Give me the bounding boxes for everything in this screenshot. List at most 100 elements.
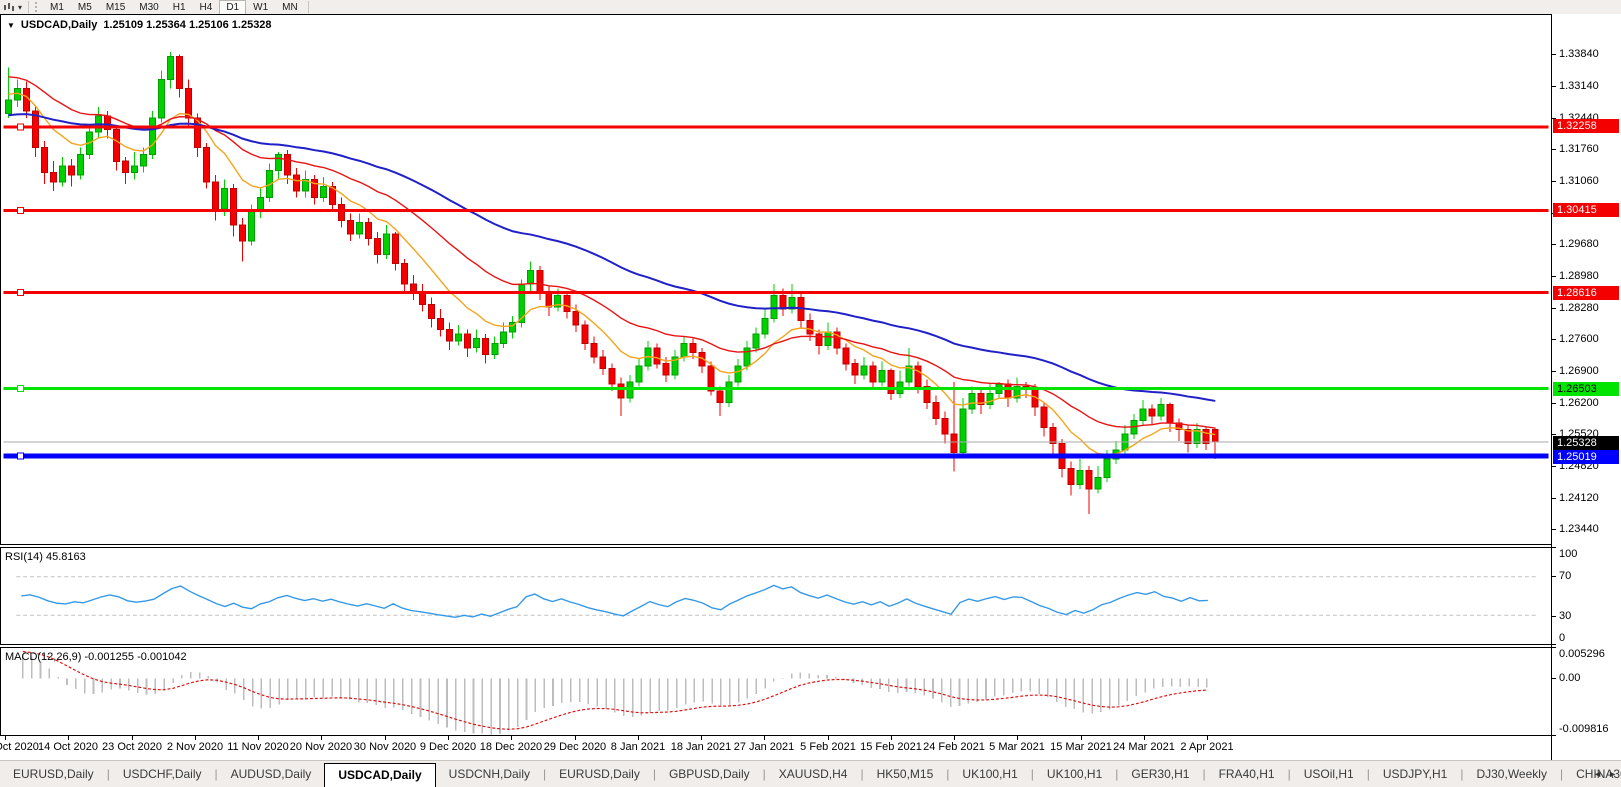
axis-tick <box>1552 149 1556 150</box>
rsi-axis-label: 30 <box>1559 610 1572 622</box>
scroll-tabs-left-icon[interactable]: ◄ <box>1593 769 1602 779</box>
bottom-tab-uk100-h1[interactable]: UK100,H1 <box>1034 764 1115 784</box>
axis-tick <box>1552 647 1556 648</box>
axis-tick <box>1552 616 1556 617</box>
bottom-tab-gbpusd-daily[interactable]: GBPUSD,Daily <box>656 764 763 784</box>
chart-window: ▼ USDCAD,Daily 1.25109 1.25364 1.25106 1… <box>0 14 1621 760</box>
top-toolbar: ▾ M1 M5 M15 M30 H1 H4 D1 W1 MN <box>0 0 1621 15</box>
price-level-tag[interactable]: 1.25019 <box>1553 450 1619 464</box>
rsi-axis-label: 0 <box>1559 632 1566 644</box>
date-tick <box>575 736 576 740</box>
date-tick <box>5 736 6 740</box>
timeframe-m30-button[interactable]: M30 <box>132 0 165 15</box>
rsi-panel[interactable] <box>0 547 1551 645</box>
date-tick <box>1017 736 1018 740</box>
chart-mode-caret-icon[interactable]: ▾ <box>18 3 22 12</box>
date-tick <box>132 736 133 740</box>
axis-tick <box>1552 644 1556 645</box>
line-handle[interactable] <box>16 123 24 131</box>
date-tick <box>511 736 512 740</box>
slow-ma <box>8 113 1216 402</box>
timeframe-m15-button[interactable]: M15 <box>99 0 132 15</box>
toolbar-grip[interactable] <box>35 2 40 12</box>
price-tick-label: 1.24120 <box>1559 492 1599 504</box>
chart-ohlc-values: 1.25109 1.25364 1.25106 1.25328 <box>103 19 272 31</box>
timeframe-mn-button[interactable]: MN <box>275 0 305 15</box>
timeframe-h4-button[interactable]: H4 <box>193 0 220 15</box>
bottom-tab-eurusd-daily[interactable]: EURUSD,Daily <box>0 764 107 784</box>
timeframe-m5-button[interactable]: M5 <box>71 0 99 15</box>
bottom-tab-uk100-h1[interactable]: UK100,H1 <box>949 764 1030 784</box>
price-tick-label: 1.28280 <box>1559 302 1599 314</box>
bottom-tab-usdjpy-h1[interactable]: USDJPY,H1 <box>1370 764 1460 784</box>
date-tick <box>764 736 765 740</box>
timeframe-d1-button[interactable]: D1 <box>219 0 247 15</box>
bottom-tab-eurusd-daily[interactable]: EURUSD,Daily <box>546 764 653 784</box>
date-tick <box>828 736 829 740</box>
timeframe-w1-button[interactable]: W1 <box>246 0 275 15</box>
bottom-tab-fra40-h1[interactable]: FRA40,H1 <box>1206 764 1288 784</box>
line-handle[interactable] <box>16 385 24 393</box>
price-level-tag[interactable]: 1.30415 <box>1553 203 1619 217</box>
price-tick-label: 1.31760 <box>1559 143 1599 155</box>
macd-panel[interactable] <box>0 647 1551 736</box>
price-axis[interactable]: 1.338401.331401.324401.317601.310601.303… <box>1551 14 1621 760</box>
chart-dropdown-icon[interactable]: ▼ <box>7 21 15 30</box>
current-price-tag[interactable]: 1.25328 <box>1553 436 1619 450</box>
date-tick <box>68 736 69 740</box>
axis-tick <box>1552 678 1556 679</box>
rsi-axis-label: 100 <box>1559 548 1578 560</box>
bottom-tab-usdcnh-daily[interactable]: USDCNH,Daily <box>436 764 543 784</box>
main-price-chart[interactable] <box>0 14 1551 545</box>
price-tick-label: 1.31060 <box>1559 175 1599 187</box>
date-tick <box>891 736 892 740</box>
axis-tick <box>1552 339 1556 340</box>
date-tick <box>448 736 449 740</box>
price-tick-label: 1.33140 <box>1559 80 1599 92</box>
date-tick <box>321 736 322 740</box>
axis-tick <box>1552 529 1556 530</box>
line-handle[interactable] <box>16 207 24 215</box>
timeframe-h1-button[interactable]: H1 <box>166 0 193 15</box>
bottom-tab-ger30-h1[interactable]: GER30,H1 <box>1118 764 1202 784</box>
bottom-tab-audusd-daily[interactable]: AUDUSD,Daily <box>218 764 325 784</box>
candlestick-chart-icon <box>4 3 14 11</box>
timeframe-m1-button[interactable]: M1 <box>43 0 71 15</box>
macd-axis-label: -0.009816 <box>1559 723 1609 735</box>
axis-tick <box>1552 276 1556 277</box>
date-tick <box>1207 736 1208 740</box>
price-tick-label: 1.28980 <box>1559 270 1599 282</box>
rsi-axis-label: 70 <box>1559 570 1572 582</box>
chart-plots: ▼ USDCAD,Daily 1.25109 1.25364 1.25106 1… <box>0 14 1551 760</box>
date-axis[interactable]: 5 Oct 202014 Oct 202023 Oct 20202 Nov 20… <box>0 736 1551 759</box>
line-handle[interactable] <box>16 288 24 296</box>
axis-tick <box>1552 498 1556 499</box>
rsi-line <box>21 584 1208 618</box>
toolbar-separator <box>28 1 30 13</box>
bottom-tab-usdchf-daily[interactable]: USDCHF,Daily <box>110 764 215 784</box>
date-tick <box>1144 736 1145 740</box>
price-level-tag[interactable]: 1.26503 <box>1553 382 1619 396</box>
date-tick <box>701 736 702 740</box>
toolbar-separator <box>307 1 309 13</box>
scroll-tabs-right-icon[interactable]: ► <box>1608 769 1617 779</box>
axis-tick <box>1552 371 1556 372</box>
macd-histogram <box>22 654 1208 735</box>
date-label: 2 Apr 2021 <box>1180 741 1234 753</box>
macd-axis-label: 0.00 <box>1559 672 1581 684</box>
axis-tick <box>1552 576 1556 577</box>
line-handle[interactable] <box>16 452 24 460</box>
price-level-tag[interactable]: 1.28616 <box>1553 286 1619 300</box>
axis-tick <box>1552 244 1556 245</box>
price-tick-label: 1.26900 <box>1559 365 1599 377</box>
bottom-tab-usoil-h1[interactable]: USOil,H1 <box>1291 764 1367 784</box>
chart-mode-icon[interactable]: ▾ <box>0 0 25 14</box>
axis-tick <box>1552 434 1556 435</box>
bottom-tab-dj30-weekly[interactable]: DJ30,Weekly <box>1463 764 1559 784</box>
bottom-tab-hk50-m15[interactable]: HK50,M15 <box>864 764 947 784</box>
rsi-indicator-label: RSI(14) 45.8163 <box>5 551 86 563</box>
date-tick <box>258 736 259 740</box>
price-level-tag[interactable]: 1.32258 <box>1553 119 1619 133</box>
bottom-tab-xauusd-h4[interactable]: XAUUSD,H4 <box>766 764 861 784</box>
bottom-tab-usdcad-daily[interactable]: USDCAD,Daily <box>324 763 436 787</box>
